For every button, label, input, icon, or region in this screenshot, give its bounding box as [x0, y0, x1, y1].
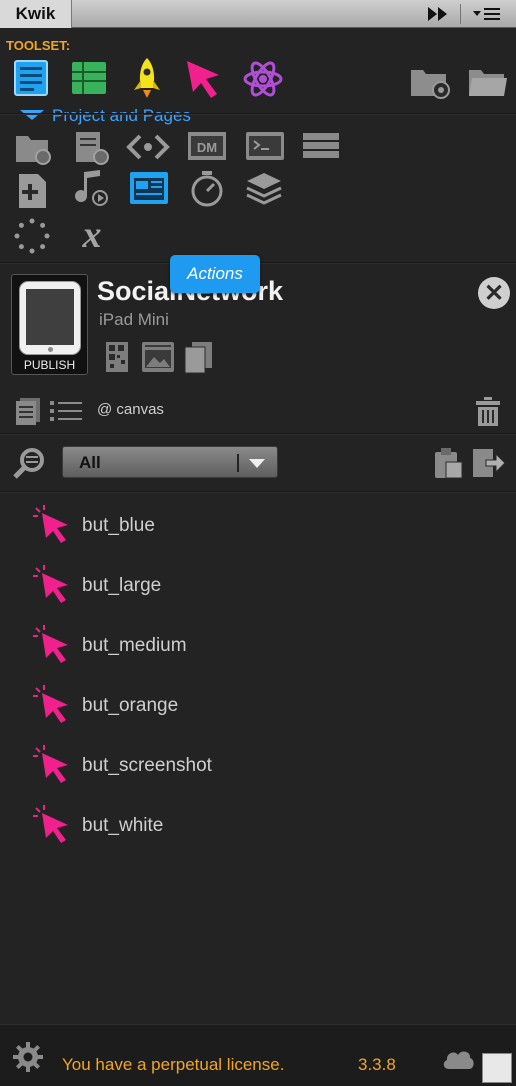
list-view-icon[interactable] — [48, 398, 84, 424]
stack-icon[interactable] — [300, 130, 342, 162]
section-divider-3 — [0, 433, 516, 435]
list-item[interactable]: but_screenshot — [32, 744, 332, 784]
terminal-icon[interactable] — [244, 130, 286, 162]
list-item-label: but_large — [82, 575, 162, 596]
panel-menu-icon[interactable] — [470, 4, 504, 24]
svg-text:x: x — [82, 214, 102, 254]
button-cursor-icon — [33, 685, 68, 723]
list-item[interactable]: but_orange — [32, 684, 332, 724]
button-cursor-icon — [33, 565, 68, 603]
spinner-icon[interactable] — [12, 216, 52, 256]
paste-icon[interactable] — [432, 446, 464, 480]
list-item[interactable]: but_blue — [32, 504, 332, 544]
publish-label: PUBLISH — [23, 358, 76, 372]
svg-text:DM: DM — [197, 140, 217, 155]
list-item-label: but_medium — [82, 635, 187, 656]
qr-code-icon[interactable] — [104, 340, 132, 374]
list-item[interactable]: but_white — [32, 804, 332, 844]
button-cursor-icon — [33, 805, 68, 843]
timer-icon[interactable] — [188, 170, 226, 208]
toolset-label: TOOLSET: — [6, 38, 71, 53]
layers-icon[interactable] — [244, 170, 284, 208]
atom-icon[interactable] — [242, 58, 284, 100]
license-status: You have a perpetual license. — [62, 1055, 285, 1074]
section-divider — [0, 113, 516, 115]
status-footer: You have a perpetual license. 3.3.8 — [0, 1024, 516, 1086]
close-icon: ✕ — [483, 279, 505, 307]
list-icon[interactable] — [70, 60, 108, 96]
code-tag-icon[interactable] — [126, 132, 170, 162]
button-cursor-icon — [33, 625, 68, 663]
tabbar-divider — [460, 4, 461, 24]
button-cursor-icon — [33, 745, 68, 783]
folder-settings-icon[interactable] — [14, 130, 54, 166]
cloud-icon[interactable] — [440, 1045, 476, 1071]
project-icon[interactable] — [12, 58, 52, 100]
list-item-label: but_white — [82, 815, 164, 836]
list-item[interactable]: but_large — [32, 564, 332, 604]
rocket-icon[interactable] — [130, 56, 164, 100]
section-project-and-pages[interactable]: Project and Pages — [20, 106, 220, 128]
button-cursor-icon — [33, 505, 68, 543]
dom-icon[interactable]: DM — [186, 130, 228, 162]
pages-icon[interactable] — [14, 396, 42, 426]
copy-pages-icon[interactable] — [182, 340, 216, 374]
filter-dropdown-value: All — [79, 453, 101, 472]
web-page-icon[interactable] — [128, 170, 170, 206]
close-project-button[interactable]: ✕ — [478, 277, 510, 309]
ipad-icon — [19, 281, 81, 355]
chevron-down-icon — [249, 459, 265, 468]
canvas-label: @ canvas — [97, 401, 164, 418]
list-item[interactable]: but_medium — [32, 624, 332, 664]
fast-forward-icon[interactable] — [424, 5, 452, 23]
project-device: iPad Mini — [99, 310, 169, 329]
publish-device-button[interactable]: PUBLISH — [11, 274, 88, 375]
folder-gear-icon[interactable] — [408, 62, 452, 100]
search-icon[interactable] — [12, 446, 48, 480]
panel-tab-bar: Kwik — [0, 0, 516, 28]
folder-icon[interactable] — [466, 62, 510, 100]
page-settings-icon[interactable] — [72, 130, 112, 166]
audio-icon[interactable] — [72, 168, 112, 208]
cursor-icon[interactable] — [184, 58, 228, 100]
variable-x-icon[interactable]: x — [72, 214, 112, 254]
section-divider-4 — [0, 491, 516, 493]
version-label: 3.3.8 — [358, 1055, 396, 1074]
actions-tooltip: Actions — [170, 255, 260, 293]
list-item-label: but_orange — [82, 695, 179, 716]
trash-icon[interactable] — [474, 396, 502, 428]
gear-icon[interactable] — [12, 1041, 44, 1073]
disclosure-triangle-icon — [20, 110, 44, 120]
list-item-label: but_blue — [82, 515, 155, 536]
image-gallery-icon[interactable] — [140, 340, 176, 374]
section-title: Project and Pages — [52, 106, 191, 125]
panel-tab-kwik[interactable]: Kwik — [0, 0, 72, 28]
resize-grip[interactable] — [482, 1053, 512, 1083]
add-page-icon[interactable] — [16, 172, 52, 210]
filter-dropdown[interactable]: All — [62, 446, 278, 478]
list-item-label: but_screenshot — [82, 755, 212, 776]
export-icon[interactable] — [470, 446, 506, 480]
